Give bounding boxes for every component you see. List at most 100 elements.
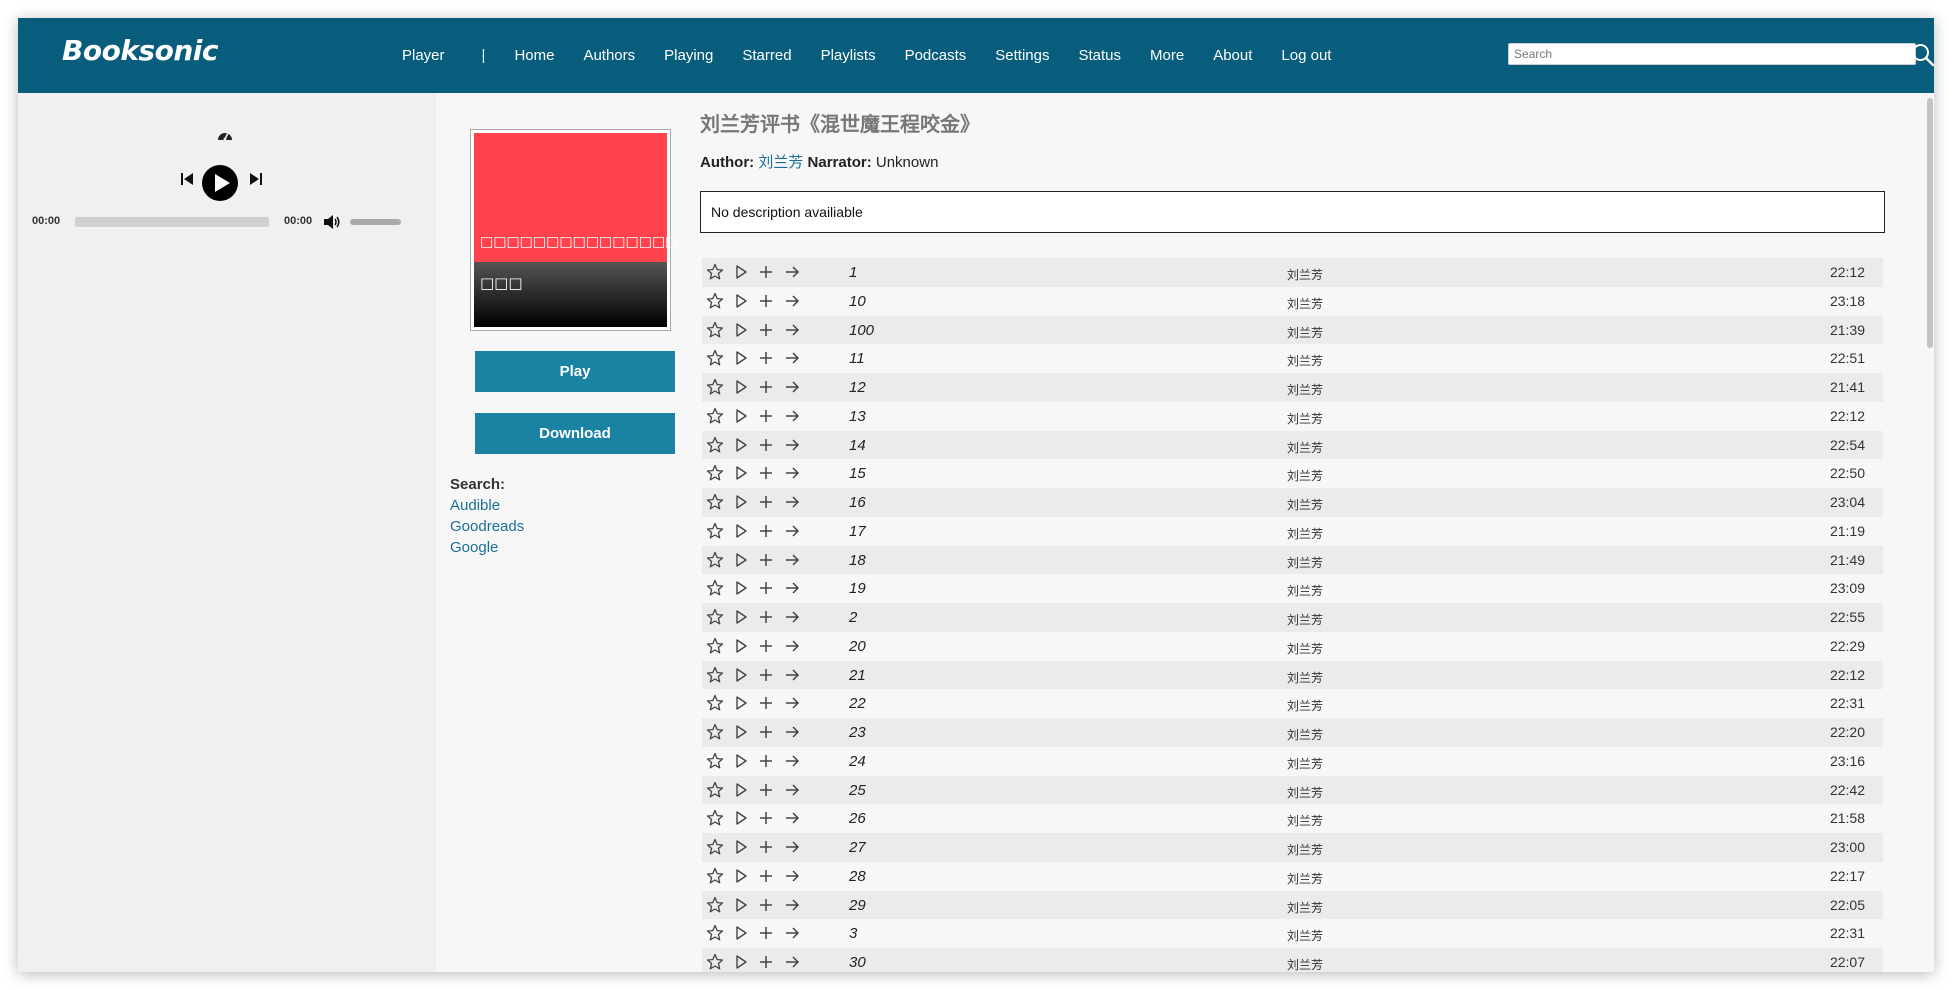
add-icon[interactable] [757, 321, 775, 339]
audible-link[interactable]: Audible [450, 497, 500, 514]
star-icon[interactable] [706, 292, 724, 310]
add-icon[interactable] [757, 809, 775, 827]
track-title[interactable]: 21 [849, 667, 866, 684]
nav-starred[interactable]: Starred [742, 47, 791, 64]
star-icon[interactable] [706, 867, 724, 885]
play-next-icon[interactable] [783, 436, 801, 454]
play-icon[interactable] [732, 608, 750, 626]
star-icon[interactable] [706, 694, 724, 712]
star-icon[interactable] [706, 378, 724, 396]
track-row[interactable]: 16 刘兰芳 23:04 [702, 488, 1883, 517]
track-row[interactable]: 27 刘兰芳 23:00 [702, 833, 1883, 862]
play-next-icon[interactable] [783, 637, 801, 655]
track-title[interactable]: 2 [849, 609, 857, 626]
play-icon[interactable] [732, 666, 750, 684]
track-title[interactable]: 13 [849, 408, 866, 425]
add-icon[interactable] [757, 493, 775, 511]
play-next-icon[interactable] [783, 953, 801, 971]
add-icon[interactable] [757, 263, 775, 281]
star-icon[interactable] [706, 579, 724, 597]
play-next-icon[interactable] [783, 493, 801, 511]
track-row[interactable]: 25 刘兰芳 22:42 [702, 775, 1883, 805]
app-logo[interactable]: Booksonic [62, 34, 218, 67]
track-row[interactable]: 26 刘兰芳 21:58 [702, 804, 1883, 833]
star-icon[interactable] [706, 608, 724, 626]
previous-track-icon[interactable] [180, 172, 194, 186]
play-next-icon[interactable] [783, 809, 801, 827]
play-next-icon[interactable] [783, 694, 801, 712]
nav-status[interactable]: Status [1078, 47, 1121, 64]
play-next-icon[interactable] [783, 838, 801, 856]
play-icon[interactable] [732, 781, 750, 799]
nav-settings[interactable]: Settings [995, 47, 1049, 64]
play-icon[interactable] [732, 579, 750, 597]
track-row[interactable]: 2 刘兰芳 22:55 [702, 603, 1883, 632]
play-next-icon[interactable] [783, 551, 801, 569]
add-icon[interactable] [757, 752, 775, 770]
play-pause-icon[interactable] [201, 164, 239, 202]
star-icon[interactable] [706, 666, 724, 684]
play-icon[interactable] [732, 637, 750, 655]
play-icon[interactable] [732, 694, 750, 712]
play-icon[interactable] [732, 867, 750, 885]
track-title[interactable]: 27 [849, 839, 866, 856]
add-icon[interactable] [757, 522, 775, 540]
volume-icon[interactable] [323, 213, 341, 231]
star-icon[interactable] [706, 321, 724, 339]
nav-home[interactable]: Home [514, 47, 554, 64]
track-title[interactable]: 22 [849, 695, 866, 712]
download-button[interactable]: Download [475, 413, 675, 454]
track-title[interactable]: 17 [849, 523, 866, 540]
track-title[interactable]: 20 [849, 638, 866, 655]
track-row[interactable]: 22 刘兰芳 22:31 [702, 689, 1883, 718]
play-next-icon[interactable] [783, 924, 801, 942]
add-icon[interactable] [757, 378, 775, 396]
track-title[interactable]: 29 [849, 897, 866, 914]
play-icon[interactable] [732, 464, 750, 482]
play-next-icon[interactable] [783, 781, 801, 799]
track-title[interactable]: 25 [849, 782, 866, 799]
track-row[interactable]: 30 刘兰芳 22:07 [702, 948, 1883, 972]
add-icon[interactable] [757, 867, 775, 885]
nav-logout[interactable]: Log out [1281, 47, 1331, 64]
track-row[interactable]: 21 刘兰芳 22:12 [702, 660, 1883, 690]
play-next-icon[interactable] [783, 522, 801, 540]
add-icon[interactable] [757, 781, 775, 799]
track-row[interactable]: 10 刘兰芳 23:18 [702, 286, 1883, 316]
track-title[interactable]: 18 [849, 552, 866, 569]
star-icon[interactable] [706, 263, 724, 281]
play-icon[interactable] [732, 263, 750, 281]
play-icon[interactable] [732, 809, 750, 827]
star-icon[interactable] [706, 551, 724, 569]
track-row[interactable]: 24 刘兰芳 23:16 [702, 746, 1883, 776]
add-icon[interactable] [757, 637, 775, 655]
add-icon[interactable] [757, 292, 775, 310]
play-icon[interactable] [732, 838, 750, 856]
play-icon[interactable] [732, 551, 750, 569]
track-title[interactable]: 12 [849, 379, 866, 396]
track-row[interactable]: 29 刘兰芳 22:05 [702, 890, 1883, 920]
track-row[interactable]: 13 刘兰芳 22:12 [702, 401, 1883, 431]
track-title[interactable]: 16 [849, 494, 866, 511]
track-row[interactable]: 19 刘兰芳 23:09 [702, 574, 1883, 603]
play-next-icon[interactable] [783, 579, 801, 597]
volume-slider[interactable] [350, 219, 401, 225]
play-icon[interactable] [732, 378, 750, 396]
star-icon[interactable] [706, 752, 724, 770]
play-icon[interactable] [732, 321, 750, 339]
track-title[interactable]: 23 [849, 724, 866, 741]
star-icon[interactable] [706, 809, 724, 827]
track-row[interactable]: 17 刘兰芳 21:19 [702, 516, 1883, 546]
play-icon[interactable] [732, 752, 750, 770]
track-title[interactable]: 11 [849, 350, 865, 367]
star-icon[interactable] [706, 924, 724, 942]
nav-more[interactable]: More [1150, 47, 1184, 64]
track-title[interactable]: 10 [849, 293, 866, 310]
nav-playing[interactable]: Playing [664, 47, 713, 64]
play-icon[interactable] [732, 953, 750, 971]
nav-about[interactable]: About [1213, 47, 1252, 64]
play-next-icon[interactable] [783, 407, 801, 425]
track-row[interactable]: 28 刘兰芳 22:17 [702, 861, 1883, 891]
track-row[interactable]: 20 刘兰芳 22:29 [702, 631, 1883, 661]
track-title[interactable]: 14 [849, 437, 866, 454]
